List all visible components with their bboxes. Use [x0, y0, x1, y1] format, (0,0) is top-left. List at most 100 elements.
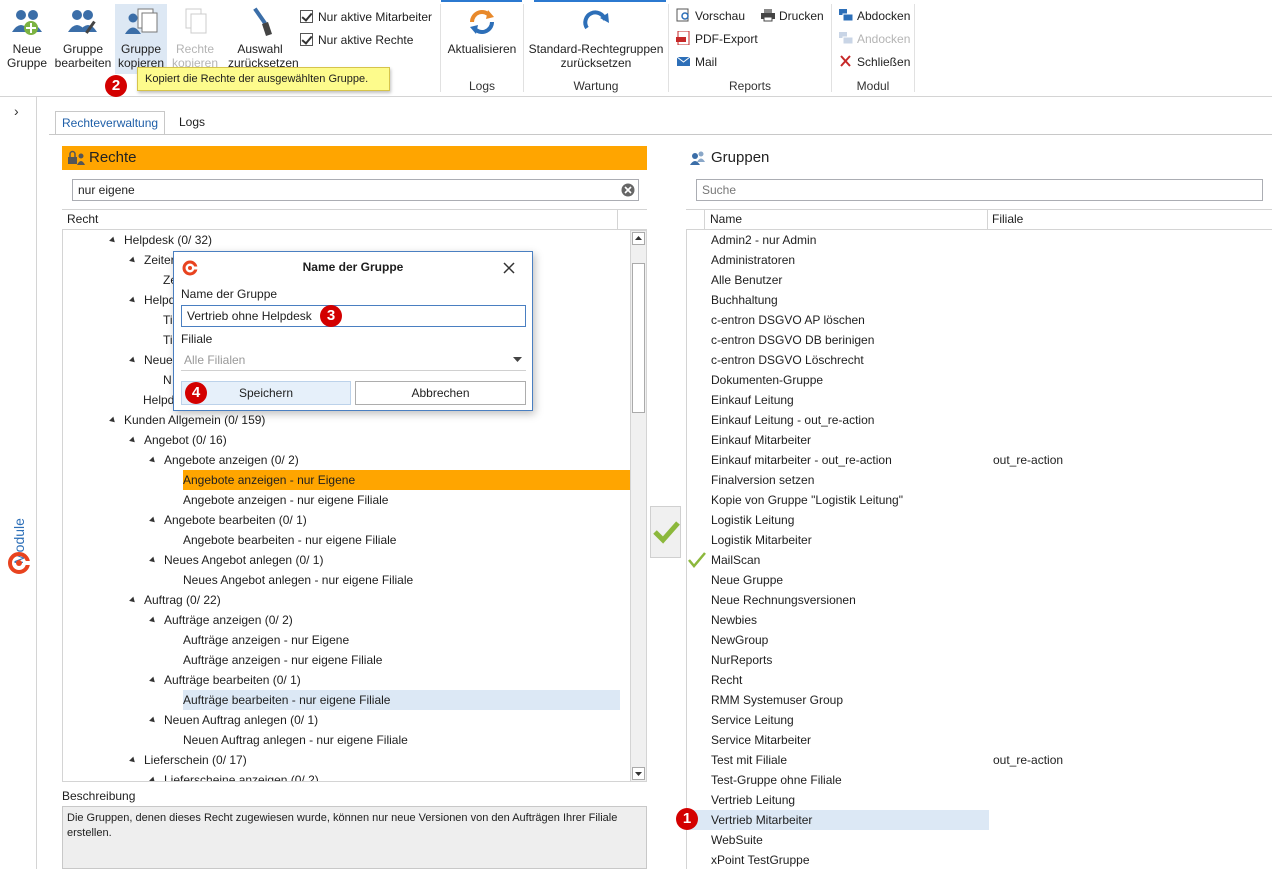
group-row[interactable]: Finalversion setzen: [687, 470, 1272, 490]
copy-group-button[interactable]: Gruppe kopieren: [115, 4, 167, 74]
only-active-rights-label: Nur aktive Rechte: [318, 33, 414, 47]
tree-node-label: Ti: [163, 313, 173, 327]
edit-group-button[interactable]: Gruppe bearbeiten: [53, 4, 113, 74]
group-row[interactable]: WebSuite: [687, 830, 1272, 850]
group-label-wartung: Wartung: [573, 79, 619, 93]
copy-rights-button[interactable]: Rechte kopieren: [170, 4, 220, 74]
group-row[interactable]: Logistik Mitarbeiter: [687, 530, 1272, 550]
group-row[interactable]: MailScan: [687, 550, 1272, 570]
group-row[interactable]: Recht: [687, 670, 1272, 690]
rights-tree-scrollbar[interactable]: [630, 230, 647, 782]
group-row[interactable]: Test mit Filiale out_re-action: [687, 750, 1272, 770]
tree-node[interactable]: Zeiter: [129, 250, 175, 270]
tree-leaf-selected[interactable]: Aufträge bearbeiten - nur eigene Filiale: [183, 690, 620, 710]
reset-standard-groups-button[interactable]: Standard-Rechtegruppen zurücksetzen: [526, 4, 666, 74]
tree-leaf[interactable]: Angebote anzeigen - nur eigene Filiale: [183, 490, 388, 510]
tree-leaf[interactable]: Ti: [163, 330, 173, 350]
print-button[interactable]: Drucken: [760, 6, 824, 26]
group-row[interactable]: Neue Gruppe: [687, 570, 1272, 590]
group-row[interactable]: NurReports: [687, 650, 1272, 670]
column-filiale[interactable]: Filiale: [992, 210, 1023, 229]
group-row[interactable]: Alle Benutzer: [687, 270, 1272, 290]
scroll-up-button[interactable]: [632, 232, 645, 245]
pdf-export-button[interactable]: PDF-Export: [676, 29, 758, 49]
scroll-thumb[interactable]: [632, 263, 645, 413]
tree-leaf-highlighted[interactable]: Angebote anzeigen - nur Eigene: [183, 470, 630, 490]
scroll-down-button[interactable]: [632, 767, 645, 780]
tree-node[interactable]: Angebot (0/ 16): [129, 430, 227, 450]
group-row[interactable]: Buchhaltung: [687, 290, 1272, 310]
refresh-button[interactable]: Aktualisieren: [444, 4, 520, 74]
tree-node[interactable]: Lieferscheine anzeigen (0/ 2): [149, 770, 319, 781]
tree-leaf[interactable]: Ti: [163, 310, 173, 330]
tree-node[interactable]: Angebote anzeigen (0/ 2): [149, 450, 299, 470]
group-row[interactable]: Test-Gruppe ohne Filiale: [687, 770, 1272, 790]
tree-leaf[interactable]: Angebote bearbeiten - nur eigene Filiale: [183, 530, 396, 550]
rechte-search-input[interactable]: nur eigene: [72, 179, 639, 201]
group-row[interactable]: Einkauf Leitung - out_re-action: [687, 410, 1272, 430]
group-name: Logistik Mitarbeiter: [711, 533, 812, 547]
preview-button[interactable]: Vorschau: [676, 6, 745, 26]
group-row[interactable]: Vertrieb Leitung: [687, 790, 1272, 810]
undock-button[interactable]: Andocken: [838, 29, 910, 49]
tree-node[interactable]: Auftrag (0/ 22): [129, 590, 221, 610]
expand-chevron-icon[interactable]: ›: [14, 103, 19, 119]
tree-leaf[interactable]: Neues Angebot anlegen - nur eigene Filia…: [183, 570, 413, 590]
group-label-reports: Reports: [728, 79, 772, 93]
group-name: RMM Systemuser Group: [711, 693, 844, 707]
tree-node[interactable]: Neue: [129, 350, 173, 370]
tree-node[interactable]: Angebote bearbeiten (0/ 1): [149, 510, 307, 530]
column-name[interactable]: Name: [710, 210, 742, 229]
group-row[interactable]: Service Leitung: [687, 710, 1272, 730]
only-active-rights-checkbox[interactable]: Nur aktive Rechte: [300, 31, 413, 49]
tree-node[interactable]: Neues Angebot anlegen (0/ 1): [149, 550, 323, 570]
group-row[interactable]: Kopie von Gruppe "Logistik Leitung": [687, 490, 1272, 510]
close-module-button[interactable]: Schließen: [838, 52, 910, 72]
group-row[interactable]: xPoint TestGruppe: [687, 850, 1272, 869]
tree-node[interactable]: Kunden Allgemein (0/ 159): [109, 410, 265, 430]
group-row[interactable]: c-entron DSGVO DB berinigen: [687, 330, 1272, 350]
tab-logs[interactable]: Logs: [173, 111, 211, 135]
group-row[interactable]: Einkauf Leitung: [687, 390, 1272, 410]
close-icon[interactable]: [503, 262, 515, 274]
cancel-button[interactable]: Abbrechen: [355, 381, 526, 405]
gruppen-search-input[interactable]: Suche: [696, 179, 1263, 201]
group-row[interactable]: c-entron DSGVO Löschrecht: [687, 350, 1272, 370]
tree-leaf[interactable]: Neuen Auftrag anlegen - nur eigene Filia…: [183, 730, 408, 750]
step-badge-4: 4: [185, 382, 207, 404]
group-row[interactable]: NewGroup: [687, 630, 1272, 650]
mail-button[interactable]: Mail: [676, 52, 717, 72]
dock-button[interactable]: Abdocken: [838, 6, 910, 26]
tree-leaf[interactable]: Helpd: [143, 390, 174, 410]
tree-leaf[interactable]: Aufträge anzeigen - nur eigene Filiale: [183, 650, 382, 670]
new-group-button[interactable]: Neue Gruppe: [4, 4, 50, 74]
group-row[interactable]: RMM Systemuser Group: [687, 690, 1272, 710]
assign-rights-button[interactable]: [650, 506, 681, 558]
group-row[interactable]: Dokumenten-Gruppe: [687, 370, 1272, 390]
tree-node[interactable]: Helpdesk (0/ 32): [109, 230, 212, 250]
tree-node[interactable]: Helpd: [129, 290, 175, 310]
reset-selection-button[interactable]: Auswahl zurücksetzen: [228, 4, 299, 74]
tree-leaf[interactable]: Aufträge anzeigen - nur Eigene: [183, 630, 349, 650]
group-row[interactable]: Newbies: [687, 610, 1272, 630]
group-row[interactable]: Logistik Leitung: [687, 510, 1272, 530]
group-row-selected[interactable]: Vertrieb Mitarbeiter: [687, 810, 989, 830]
clear-search-icon[interactable]: [621, 183, 635, 197]
tree-leaf[interactable]: N: [163, 370, 172, 390]
group-row[interactable]: c-entron DSGVO AP löschen: [687, 310, 1272, 330]
tree-node[interactable]: Lieferschein (0/ 17): [129, 750, 247, 770]
rechte-column-header[interactable]: Recht: [62, 209, 647, 230]
group-row[interactable]: Service Mitarbeiter: [687, 730, 1272, 750]
group-row[interactable]: Administratoren: [687, 250, 1272, 270]
tree-node[interactable]: Neuen Auftrag anlegen (0/ 1): [149, 710, 318, 730]
tree-node[interactable]: Aufträge bearbeiten (0/ 1): [149, 670, 301, 690]
group-row[interactable]: Neue Rechnungsversionen: [687, 590, 1272, 610]
filiale-select[interactable]: Alle Filialen: [181, 349, 526, 371]
group-name-input[interactable]: Vertrieb ohne Helpdesk: [181, 305, 526, 327]
group-row[interactable]: Einkauf Mitarbeiter: [687, 430, 1272, 450]
tab-rechteverwaltung[interactable]: Rechteverwaltung: [55, 111, 166, 135]
tree-node[interactable]: Aufträge anzeigen (0/ 2): [149, 610, 293, 630]
group-row[interactable]: Admin2 - nur Admin: [687, 230, 1272, 250]
only-active-employees-checkbox[interactable]: Nur aktive Mitarbeiter: [300, 8, 432, 26]
group-row[interactable]: Einkauf mitarbeiter - out_re-action out_r…: [687, 450, 1272, 470]
